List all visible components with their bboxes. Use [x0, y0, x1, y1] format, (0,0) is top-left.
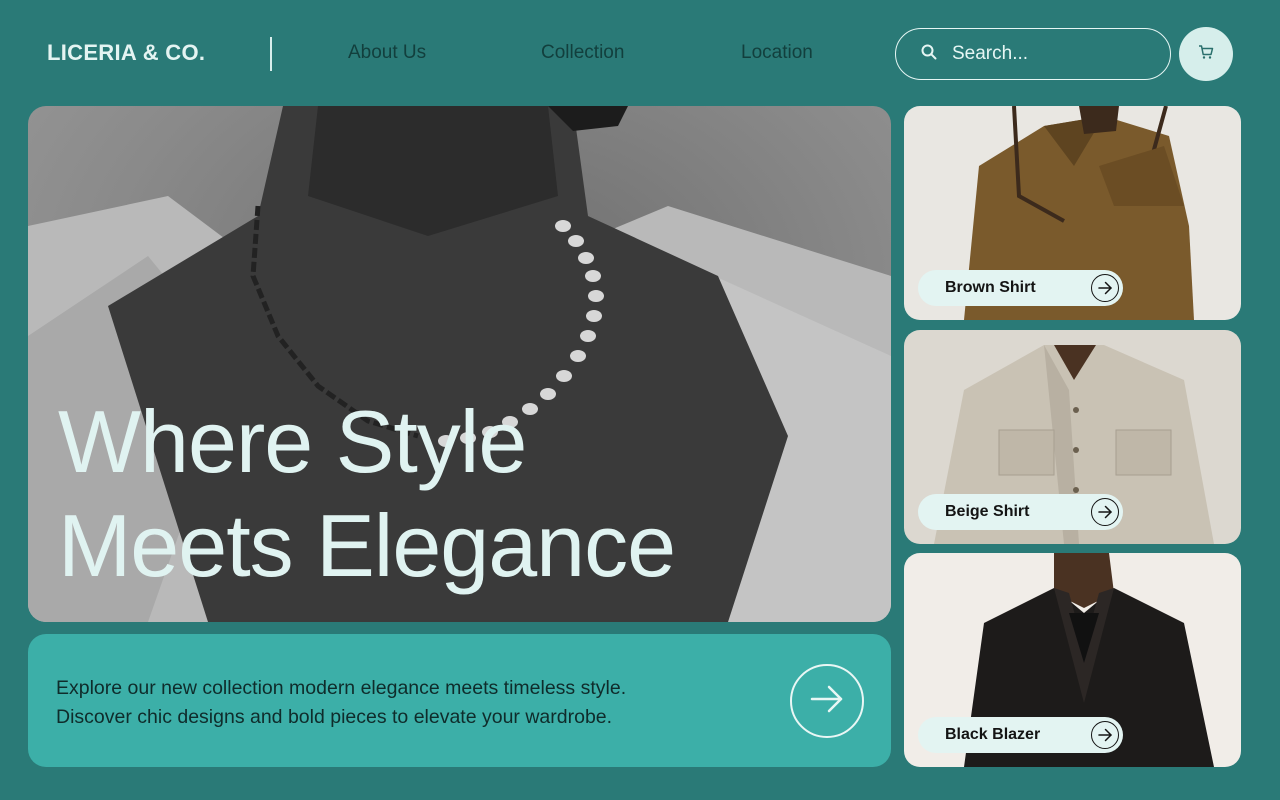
nav-about-us[interactable]: About Us	[348, 42, 426, 64]
cart-button[interactable]	[1179, 27, 1233, 81]
hero-title-line-2: Meets Elegance	[58, 496, 676, 595]
promo-line-2: Discover chic designs and bold pieces to…	[56, 706, 613, 728]
search-input[interactable]	[952, 43, 1152, 65]
product-card-brown-shirt[interactable]: Brown Shirt	[904, 106, 1241, 320]
promo-description: Explore our new collection modern elegan…	[56, 674, 756, 732]
nav-collection[interactable]: Collection	[541, 42, 624, 64]
product-card-beige-shirt[interactable]: Beige Shirt	[904, 330, 1241, 544]
arrow-right-icon[interactable]	[1091, 498, 1119, 526]
header-divider	[270, 37, 272, 71]
product-card-black-blazer[interactable]: Black Blazer	[904, 553, 1241, 767]
nav-location[interactable]: Location	[741, 42, 813, 64]
brand-logo[interactable]: LICERIA & CO.	[47, 40, 205, 66]
hero-title-line-1: Where Style	[58, 392, 527, 491]
arrow-right-icon[interactable]	[1091, 274, 1119, 302]
product-pill[interactable]: Beige Shirt	[918, 494, 1123, 530]
product-label: Black Blazer	[945, 726, 1041, 743]
arrow-right-icon[interactable]	[1091, 721, 1119, 749]
hero-banner: Where Style Meets Elegance	[28, 106, 891, 622]
product-label: Beige Shirt	[945, 503, 1030, 520]
product-pill[interactable]: Black Blazer	[918, 717, 1123, 753]
product-pill[interactable]: Brown Shirt	[918, 270, 1123, 306]
search-bar[interactable]	[895, 28, 1171, 80]
promo-line-1: Explore our new collection modern elegan…	[56, 677, 627, 699]
promo-panel: Explore our new collection modern elegan…	[28, 634, 891, 767]
search-icon	[920, 43, 938, 66]
cart-icon	[1197, 43, 1215, 66]
arrow-right-icon	[809, 684, 845, 719]
explore-collection-button[interactable]	[790, 664, 864, 738]
hero-title: Where Style Meets Elegance	[58, 390, 676, 598]
product-label: Brown Shirt	[945, 279, 1036, 296]
